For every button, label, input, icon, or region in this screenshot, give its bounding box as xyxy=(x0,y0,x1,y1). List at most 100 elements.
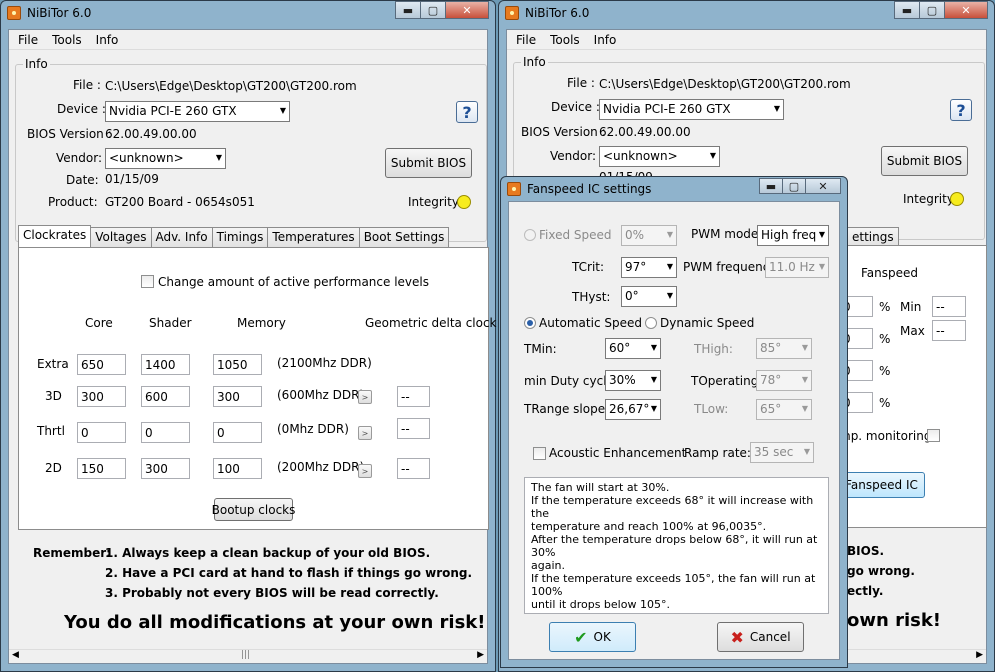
close-button[interactable]: ✕ xyxy=(805,178,841,194)
menu-info[interactable]: Info xyxy=(89,33,126,47)
tab-clockrates[interactable]: Clockrates xyxy=(18,225,92,247)
menu-file[interactable]: File xyxy=(509,33,543,47)
menu-info[interactable]: Info xyxy=(587,33,624,47)
tab-boot-settings[interactable]: Boot Settings xyxy=(358,227,450,247)
2d-memory-input[interactable]: 100 xyxy=(213,458,262,479)
minimize-button[interactable]: ▬ xyxy=(759,178,783,194)
min-input[interactable]: -- xyxy=(932,296,966,317)
bios-version-label: BIOS Version : xyxy=(521,125,606,139)
cross-icon: ✖ xyxy=(730,627,744,647)
temp-monitoring-checkbox[interactable] xyxy=(927,429,940,442)
tmin-select[interactable]: 60° xyxy=(605,338,661,359)
toperating-select[interactable]: 78° xyxy=(756,370,812,391)
tab-boot-settings[interactable]: ettings xyxy=(847,227,899,247)
main-window-left: NiBiTor 6.0 ▬ ▢ ✕ File Tools Info Info F… xyxy=(0,0,497,672)
3d-shader-input[interactable]: 600 xyxy=(141,386,190,407)
thrtl-memory-input[interactable]: 0 xyxy=(213,422,262,443)
max-input[interactable]: -- xyxy=(932,320,966,341)
3d-memory-input[interactable]: 300 xyxy=(213,386,262,407)
menu-tools[interactable]: Tools xyxy=(45,33,89,47)
description-line: If the temperature exceeds 68° it will i… xyxy=(531,494,814,520)
menu-tools[interactable]: Tools xyxy=(543,33,587,47)
submit-bios-button[interactable]: Submit BIOS xyxy=(881,146,968,176)
thrtl-shader-input[interactable]: 0 xyxy=(141,422,190,443)
help-button[interactable]: ? xyxy=(950,99,972,121)
remember-label: Remember: xyxy=(33,546,111,560)
horizontal-scrollbar[interactable]: ◀ ||| ▶ xyxy=(9,649,487,663)
3d-core-input[interactable]: 300 xyxy=(77,386,126,407)
header-shader: Shader xyxy=(149,316,192,330)
thrtl-core-input[interactable]: 0 xyxy=(77,422,126,443)
info-group-label: Info xyxy=(23,57,50,71)
ok-button[interactable]: ✔ OK xyxy=(549,622,636,652)
window-controls: ▬ ▢ ✕ xyxy=(395,1,489,19)
ramp-rate-select[interactable]: 35 sec xyxy=(750,442,814,463)
fixed-speed-select[interactable]: 0% xyxy=(621,225,677,246)
nibitor-app-icon xyxy=(505,6,519,20)
fanspeed-ic-button[interactable]: Fanspeed IC xyxy=(838,472,925,498)
vendor-label: Vendor: xyxy=(56,151,102,165)
fanspeed-ic-dialog: Fanspeed IC settings ▬ ▢ ✕ Fixed Speed 0… xyxy=(500,176,848,668)
vendor-select[interactable]: <unknown> xyxy=(105,148,226,169)
tab-temperatures[interactable]: Temperatures xyxy=(267,227,360,247)
minimize-button[interactable]: ▬ xyxy=(894,1,920,19)
thyst-select[interactable]: 0° xyxy=(621,286,677,307)
window-controls-right: ▬ ▢ ✕ xyxy=(894,1,988,19)
3d-delta-input[interactable]: -- xyxy=(397,386,430,407)
pwm-frequency-select[interactable]: 11.0 Hz xyxy=(765,257,829,278)
tab-strip-right: ettings xyxy=(847,227,899,247)
client-area: File Tools Info Info File : C:\Users\Edg… xyxy=(8,29,497,664)
device-select[interactable]: Nvidia PCI-E 260 GTX xyxy=(105,101,290,122)
device-select[interactable]: Nvidia PCI-E 260 GTX xyxy=(599,99,784,120)
vendor-select[interactable]: <unknown> xyxy=(599,146,720,167)
maximize-button[interactable]: ▢ xyxy=(782,178,806,194)
pwm-mode-select[interactable]: High freq xyxy=(757,225,829,246)
bootup-clocks-button[interactable]: Bootup clocks xyxy=(212,498,295,521)
2d-delta-input[interactable]: -- xyxy=(397,458,430,479)
tlow-select[interactable]: 65° xyxy=(756,399,812,420)
thrtl-note: (0Mhz DDR) xyxy=(277,422,349,436)
help-button[interactable]: ? xyxy=(456,101,478,123)
close-button[interactable]: ✕ xyxy=(944,1,988,19)
maximize-button[interactable]: ▢ xyxy=(420,1,446,19)
scroll-right-arrow[interactable]: ▶ xyxy=(976,650,983,660)
tab-voltages[interactable]: Voltages xyxy=(90,227,152,247)
maximize-button[interactable]: ▢ xyxy=(919,1,945,19)
scroll-right-arrow[interactable]: ▶ xyxy=(477,650,484,660)
scroll-left-arrow[interactable]: ◀ xyxy=(12,650,19,660)
cancel-button[interactable]: ✖ Cancel xyxy=(717,622,804,652)
tab-strip: Clockrates Voltages Adv. Info Timings Te… xyxy=(18,225,450,247)
change-levels-checkbox[interactable] xyxy=(141,275,154,288)
thigh-select[interactable]: 85° xyxy=(756,338,812,359)
2d-delta-arrow-button[interactable]: > xyxy=(358,464,372,478)
max-label: Max xyxy=(900,324,925,338)
file-path: C:\Users\Edge\Desktop\GT200\GT200.rom xyxy=(105,79,357,93)
tcrit-select[interactable]: 97° xyxy=(621,257,677,278)
scroll-grip[interactable]: ||| xyxy=(241,650,250,660)
menu-file[interactable]: File xyxy=(11,33,45,47)
fixed-speed-radio[interactable] xyxy=(524,229,536,241)
min-duty-cycle-select[interactable]: 30% xyxy=(605,370,661,391)
thrtl-delta-arrow-button[interactable]: > xyxy=(358,426,372,440)
extra-shader-input[interactable]: 1400 xyxy=(141,354,190,375)
trange-slope-select[interactable]: 26,67° xyxy=(605,399,661,420)
minimize-button[interactable]: ▬ xyxy=(395,1,421,19)
bios-version-label: BIOS Version : xyxy=(27,127,112,141)
2d-shader-input[interactable]: 300 xyxy=(141,458,190,479)
2d-core-input[interactable]: 150 xyxy=(77,458,126,479)
row-extra-label: Extra xyxy=(37,357,69,371)
tab-timings[interactable]: Timings xyxy=(211,227,269,247)
description-line: temperature and reach 100% at 96,0035°. xyxy=(531,520,767,533)
dialog-window-controls: ▬ ▢ ✕ xyxy=(759,178,841,194)
dynamic-speed-radio[interactable] xyxy=(645,317,657,329)
thrtl-delta-input[interactable]: -- xyxy=(397,418,430,439)
close-button[interactable]: ✕ xyxy=(445,1,489,19)
3d-delta-arrow-button[interactable]: > xyxy=(358,390,372,404)
extra-core-input[interactable]: 650 xyxy=(77,354,126,375)
submit-bios-button[interactable]: Submit BIOS xyxy=(385,148,472,178)
acoustic-enhancement-checkbox[interactable] xyxy=(533,447,546,460)
extra-memory-input[interactable]: 1050 xyxy=(213,354,262,375)
remember-fragment-2: go wrong. xyxy=(847,564,915,578)
automatic-speed-radio[interactable] xyxy=(524,317,536,329)
tab-adv-info[interactable]: Adv. Info xyxy=(150,227,213,247)
